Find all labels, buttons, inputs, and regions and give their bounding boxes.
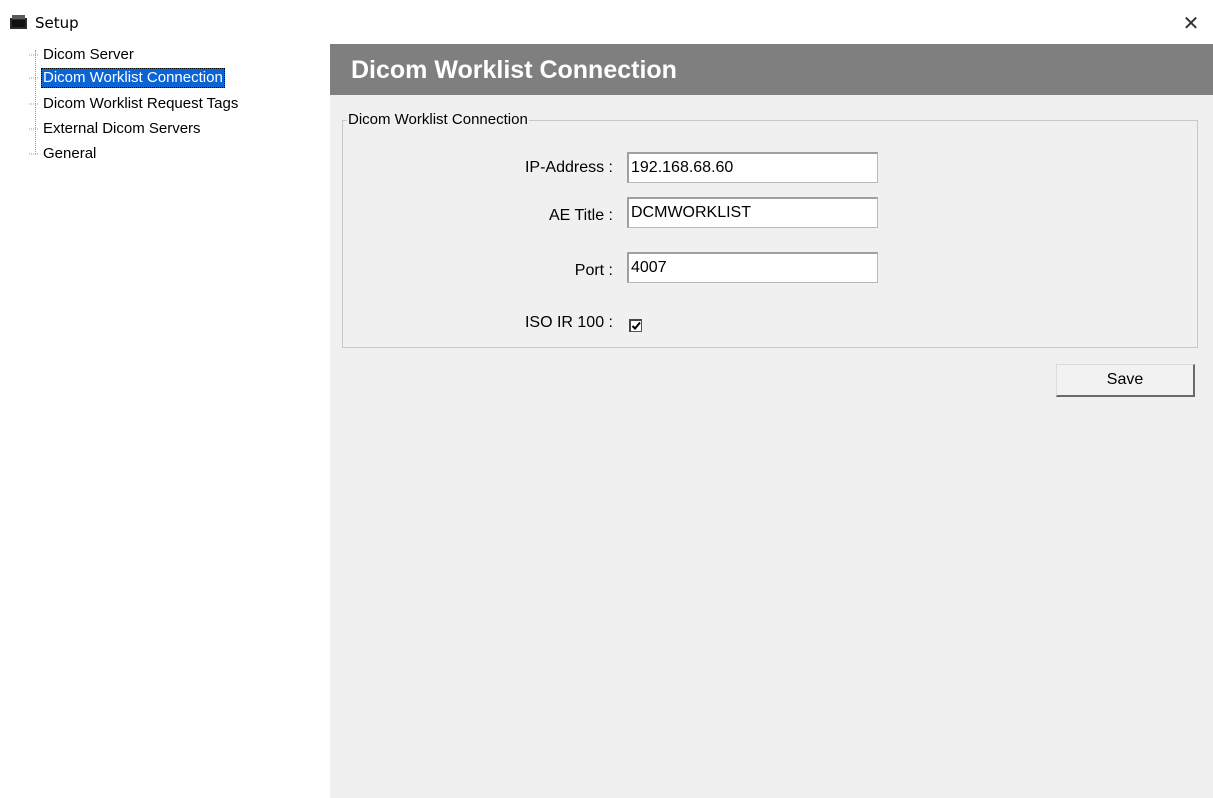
ae-title-label: AE Title :: [548, 207, 613, 224]
window-title: Setup: [35, 14, 79, 32]
checkmark-icon: [631, 321, 641, 330]
title-bar: Setup ✕: [0, 0, 1213, 44]
panel-header: Dicom Worklist Connection: [330, 44, 1213, 95]
ae-title-input[interactable]: [627, 197, 878, 228]
setup-app-icon: [10, 15, 27, 29]
tree-item-label: External Dicom Servers: [43, 120, 201, 137]
tree-item-label: Dicom Server: [43, 46, 134, 63]
tree-item-label: Dicom Worklist Request Tags: [43, 95, 239, 112]
groupbox-title: Dicom Worklist Connection: [347, 111, 529, 129]
settings-panel: Dicom Worklist Connection Dicom Worklist…: [330, 44, 1213, 798]
ip-address-label: IP-Address :: [524, 159, 613, 176]
tree-item-label: Dicom Worklist Connection: [41, 68, 225, 88]
port-input[interactable]: [627, 252, 878, 283]
tree-item-label: General: [43, 145, 97, 162]
close-icon[interactable]: ✕: [1176, 8, 1206, 38]
iso-ir-100-label: ISO IR 100 :: [524, 314, 613, 331]
panel-title: Dicom Worklist Connection: [351, 56, 677, 84]
save-button[interactable]: Save: [1056, 364, 1195, 397]
iso-ir-100-checkbox[interactable]: [629, 319, 642, 332]
port-label: Port :: [574, 262, 613, 279]
ip-address-input[interactable]: [627, 152, 878, 183]
settings-tree: Dicom Server Dicom Worklist Connection D…: [7, 44, 330, 798]
connection-groupbox: Dicom Worklist Connection IP-Address : A…: [342, 111, 1198, 348]
